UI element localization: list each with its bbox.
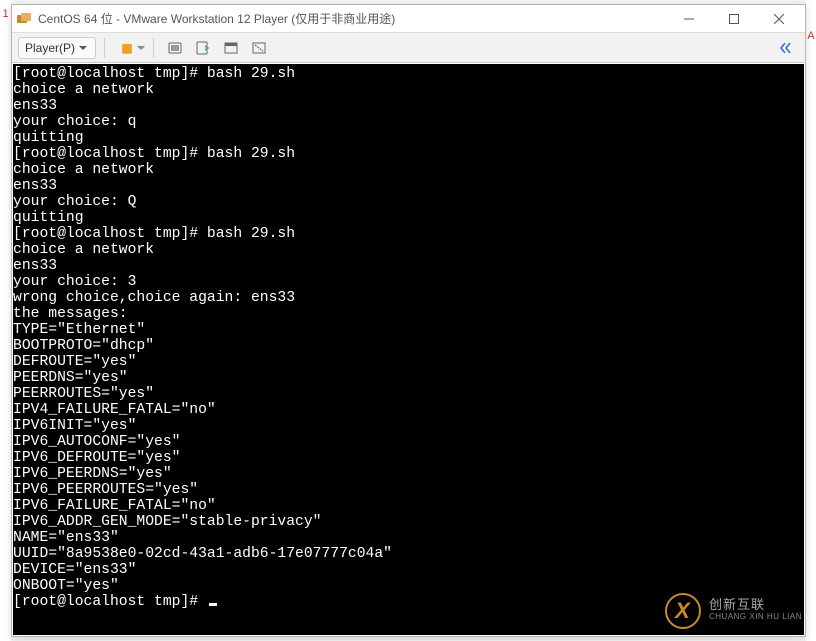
terminal-line: [root@localhost tmp]# bash 29.sh <box>13 146 804 162</box>
app-icon <box>16 11 32 27</box>
terminal-prompt-line: [root@localhost tmp]# <box>13 594 804 610</box>
chevron-down-icon <box>79 46 87 50</box>
chevron-down-icon[interactable] <box>137 46 145 50</box>
chevron-double-left-icon <box>780 43 792 53</box>
vmware-player-window: CentOS 64 位 - VMware Workstation 12 Play… <box>11 4 806 637</box>
editor-right-margin: A <box>806 0 816 641</box>
terminal-line: IPV6_PEERROUTES="yes" <box>13 482 804 498</box>
send-cad-icon <box>167 40 183 56</box>
player-menu-label: Player(P) <box>25 41 75 55</box>
fullscreen-button[interactable] <box>218 37 244 59</box>
terminal-line: ens33 <box>13 98 804 114</box>
maximize-button[interactable] <box>711 5 756 33</box>
unity-button[interactable] <box>246 37 272 59</box>
terminal-line: your choice: 3 <box>13 274 804 290</box>
window-titlebar[interactable]: CentOS 64 位 - VMware Workstation 12 Play… <box>12 5 805 33</box>
editor-left-margin: 1 <box>0 0 11 641</box>
terminal-line: ens33 <box>13 178 804 194</box>
terminal-line: TYPE="Ethernet" <box>13 322 804 338</box>
terminal-line: ens33 <box>13 258 804 274</box>
tools-icon <box>195 40 211 56</box>
terminal-line: quitting <box>13 130 804 146</box>
terminal-line: your choice: Q <box>13 194 804 210</box>
terminal-line: IPV6_FAILURE_FATAL="no" <box>13 498 804 514</box>
terminal-line: NAME="ens33" <box>13 530 804 546</box>
guest-terminal[interactable]: [root@localhost tmp]# bash 29.shchoice a… <box>13 64 804 635</box>
pause-button[interactable]: ▮▮ <box>113 37 139 59</box>
terminal-line: PEERDNS="yes" <box>13 370 804 386</box>
manage-button[interactable] <box>190 37 216 59</box>
window-title: CentOS 64 位 - VMware Workstation 12 Play… <box>38 10 395 27</box>
minimize-button[interactable] <box>666 5 711 33</box>
terminal-line: BOOTPROTO="dhcp" <box>13 338 804 354</box>
terminal-line: UUID="8a9538e0-02cd-43a1-adb6-17e07777c0… <box>13 546 804 562</box>
terminal-line: DEFROUTE="yes" <box>13 354 804 370</box>
terminal-line: IPV6_AUTOCONF="yes" <box>13 434 804 450</box>
toolbar-separator <box>153 38 154 58</box>
terminal-line: IPV4_FAILURE_FATAL="no" <box>13 402 804 418</box>
terminal-line: quitting <box>13 210 804 226</box>
terminal-line: choice a network <box>13 82 804 98</box>
terminal-line: the messages: <box>13 306 804 322</box>
close-button[interactable] <box>756 5 801 33</box>
terminal-line: IPV6INIT="yes" <box>13 418 804 434</box>
terminal-line: ONBOOT="yes" <box>13 578 804 594</box>
terminal-line: choice a network <box>13 162 804 178</box>
vmware-toolbar: Player(P) ▮▮ <box>12 33 805 63</box>
fullscreen-icon <box>223 40 239 56</box>
terminal-line: wrong choice,choice again: ens33 <box>13 290 804 306</box>
terminal-line: IPV6_DEFROUTE="yes" <box>13 450 804 466</box>
unity-icon <box>251 40 267 56</box>
pause-icon: ▮▮ <box>121 41 130 55</box>
terminal-line: DEVICE="ens33" <box>13 562 804 578</box>
terminal-line: PEERROUTES="yes" <box>13 386 804 402</box>
send-ctrl-alt-del-button[interactable] <box>162 37 188 59</box>
terminal-line: your choice: q <box>13 114 804 130</box>
terminal-cursor <box>209 603 217 606</box>
toolbar-separator <box>104 38 105 58</box>
terminal-line: [root@localhost tmp]# bash 29.sh <box>13 66 804 82</box>
terminal-line: IPV6_ADDR_GEN_MODE="stable-privacy" <box>13 514 804 530</box>
collapse-toolbar-button[interactable] <box>773 37 799 59</box>
terminal-line: choice a network <box>13 242 804 258</box>
terminal-line: [root@localhost tmp]# bash 29.sh <box>13 226 804 242</box>
player-menu-button[interactable]: Player(P) <box>18 37 96 59</box>
terminal-line: IPV6_PEERDNS="yes" <box>13 466 804 482</box>
